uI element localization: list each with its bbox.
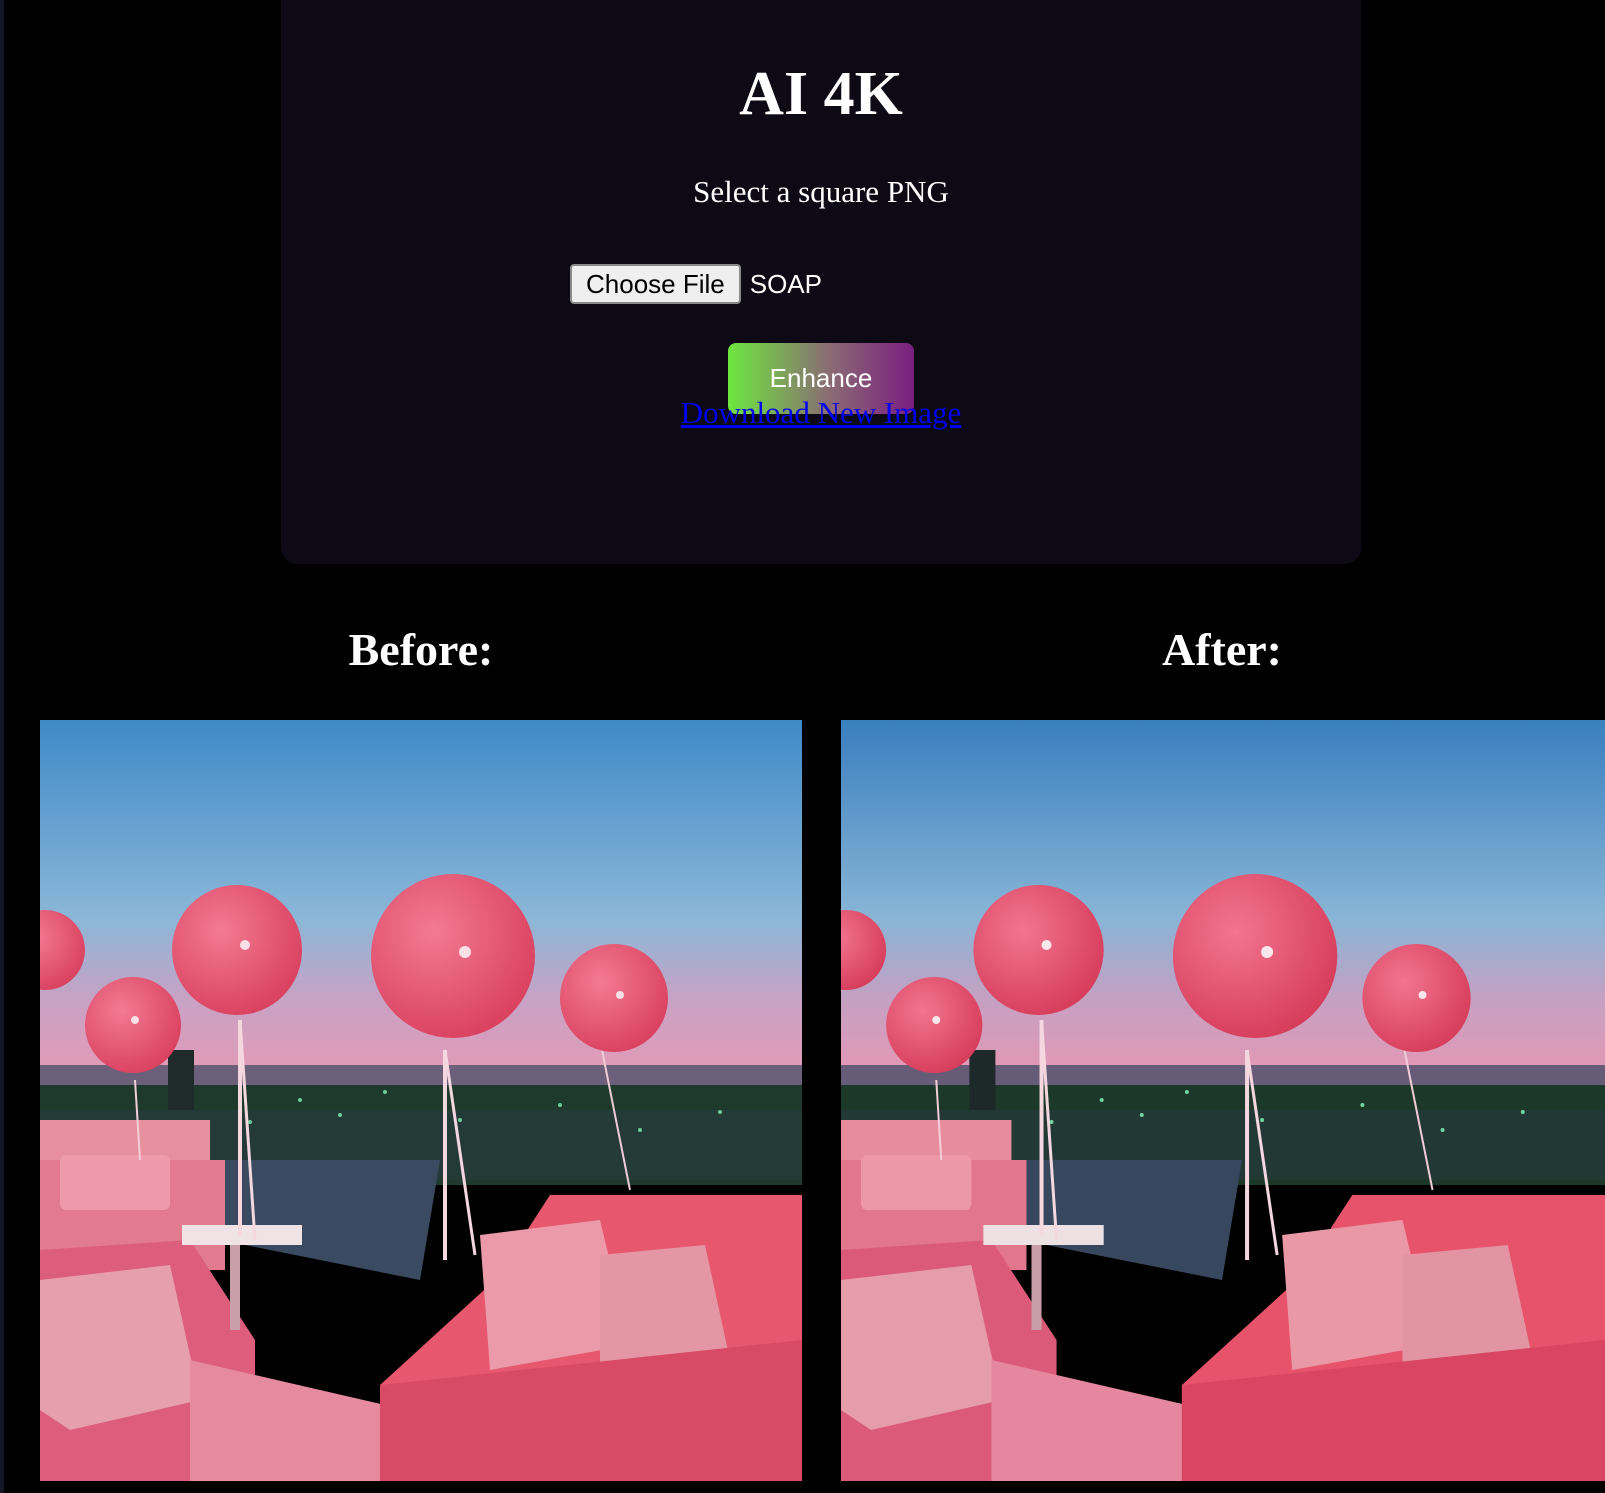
upload-panel: AI 4K Select a square PNG Choose File SO…: [281, 0, 1361, 564]
after-image-graphic: [841, 720, 1605, 1481]
window-edge: [0, 0, 4, 1493]
before-image: [40, 720, 802, 1481]
file-input[interactable]: Choose File SOAP: [570, 264, 822, 304]
instructions-text: Select a square PNG: [693, 174, 949, 209]
before-heading: Before:: [348, 624, 494, 675]
page-title: AI 4K: [739, 60, 903, 128]
selected-file-name: SOAP: [749, 268, 822, 299]
page: AI 4K Select a square PNG Choose File SO…: [0, 0, 1605, 1493]
before-image-graphic: [40, 720, 802, 1481]
after-heading: After:: [1161, 624, 1282, 675]
choose-file-button[interactable]: Choose File: [570, 264, 741, 304]
download-link[interactable]: Download New Image: [281, 393, 1361, 433]
after-image: [841, 720, 1605, 1481]
